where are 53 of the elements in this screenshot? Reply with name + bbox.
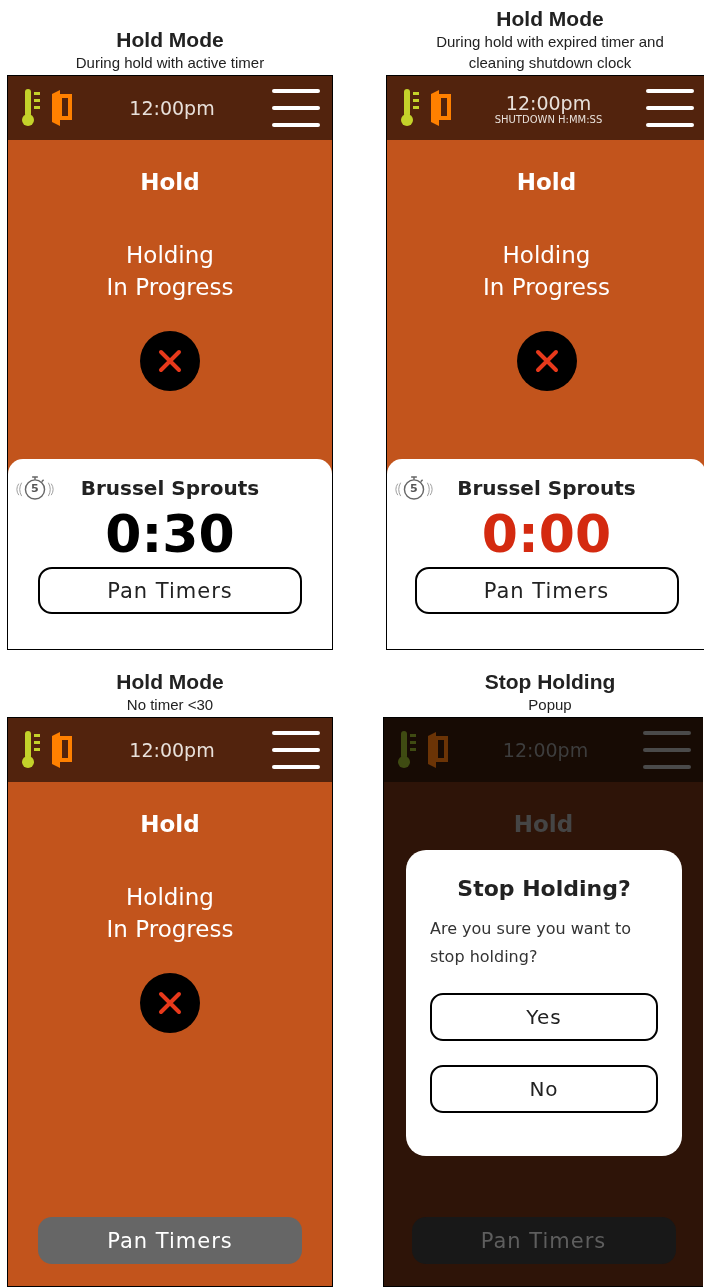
- timer-countdown: 0:30: [105, 503, 235, 565]
- timer-countdown: 0:00: [481, 503, 612, 565]
- caption-subtitle: cleaning shutdown clock: [468, 53, 632, 73]
- x-icon: [534, 349, 559, 373]
- x-icon: [158, 349, 182, 373]
- timer-name: Brussel Sprouts: [457, 476, 636, 500]
- door-icon[interactable]: [431, 90, 451, 126]
- mode-title: Hold: [516, 169, 577, 195]
- shutdown-clock: SHUTDOWN H:MM:SS: [494, 113, 603, 125]
- timer-count: 5: [410, 482, 418, 495]
- pan-timers-button[interactable]: Pan Timers: [38, 567, 302, 614]
- status-text: Holding: [126, 241, 214, 270]
- caption-subtitle: During hold with expired timer and: [436, 32, 664, 52]
- mode-title: Hold: [140, 811, 200, 837]
- mode-title: Hold: [513, 811, 574, 837]
- cancel-button[interactable]: [140, 973, 200, 1033]
- caption-subtitle: During hold with active timer: [75, 53, 265, 73]
- caption-title: Hold Mode: [116, 28, 224, 52]
- dialog-message: Are you sure you want to stop holding?: [430, 918, 633, 968]
- x-icon: [158, 991, 182, 1015]
- status-text: In Progress: [106, 273, 234, 302]
- caption-subtitle: Popup: [528, 695, 572, 715]
- status-text: In Progress: [483, 273, 610, 302]
- door-icon[interactable]: [52, 90, 72, 126]
- thermometer-icon[interactable]: [401, 89, 421, 127]
- dialog-button[interactable]: No: [430, 1065, 658, 1113]
- timer-name: Brussel Sprouts: [80, 476, 260, 500]
- status-text: Holding: [126, 883, 214, 912]
- status-text: In Progress: [106, 915, 234, 944]
- pan-timers-button[interactable]: Pan Timers: [38, 1217, 302, 1264]
- stopwatch-icon: [393, 473, 435, 502]
- caption-title: Hold Mode: [116, 670, 224, 694]
- cancel-button[interactable]: [140, 331, 200, 391]
- stopwatch-icon: [14, 473, 56, 502]
- pan-timers-button[interactable]: Pan Timers: [414, 567, 679, 614]
- thermometer-icon[interactable]: [22, 731, 42, 769]
- caption-title: Hold Mode: [496, 7, 604, 31]
- clock-time: 12:00pm: [129, 739, 215, 761]
- caption-subtitle: No timer <30: [126, 695, 214, 715]
- mode-title: Hold: [140, 169, 200, 195]
- clock-time: 12:00pm: [505, 91, 592, 114]
- dialog-title: Stop Holding?: [457, 876, 631, 901]
- menu-icon[interactable]: [272, 731, 320, 769]
- caption-title: Stop Holding: [484, 670, 616, 694]
- menu-icon[interactable]: [646, 89, 694, 127]
- status-text: Holding: [502, 241, 591, 270]
- dialog-button[interactable]: Yes: [430, 993, 658, 1041]
- thermometer-icon[interactable]: [22, 89, 42, 127]
- menu-icon[interactable]: [272, 89, 320, 127]
- timer-count: 5: [31, 482, 39, 495]
- clock-time: 12:00pm: [502, 739, 589, 761]
- clock-time: 12:00pm: [129, 97, 215, 119]
- door-icon[interactable]: [52, 732, 72, 768]
